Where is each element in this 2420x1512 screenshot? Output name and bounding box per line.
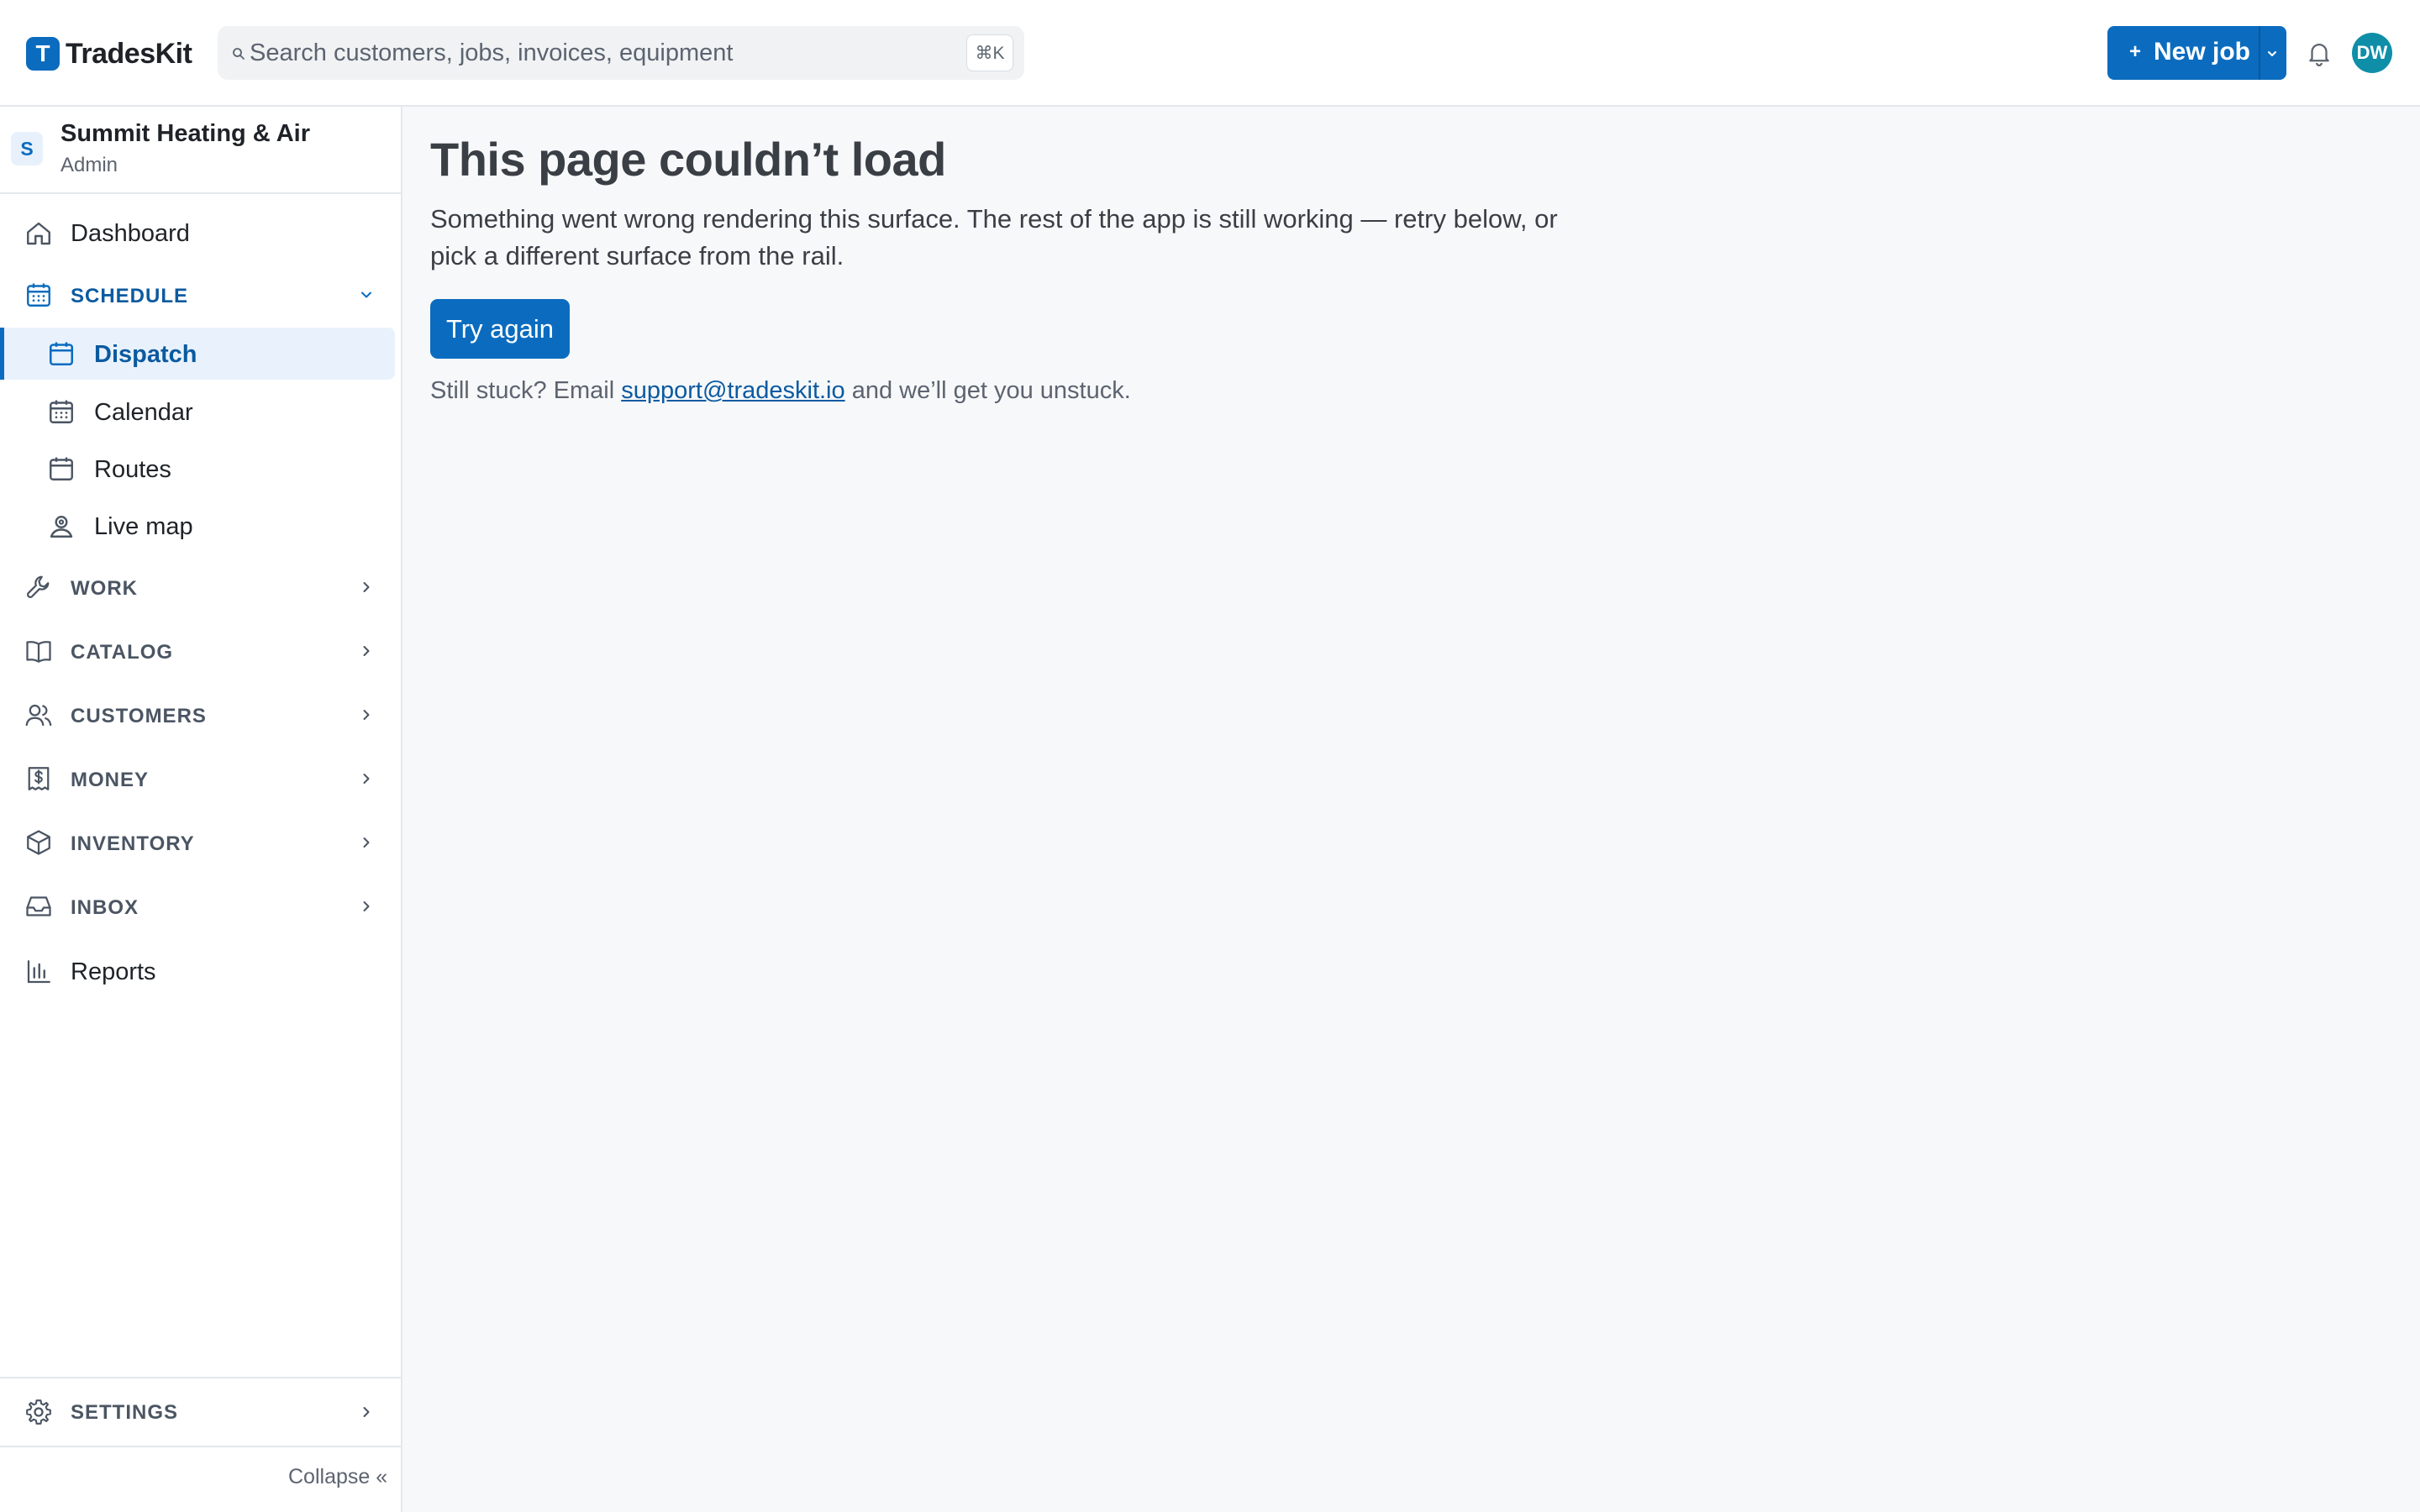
sidebar-group-label: MONEY bbox=[71, 769, 150, 791]
sidebar-item-label: Dashboard bbox=[71, 220, 190, 247]
sidebar-item-calendar[interactable]: Calendar bbox=[0, 386, 401, 438]
sidebar-group-inventory[interactable]: INVENTORY bbox=[0, 814, 401, 871]
sidebar-group-label: SCHEDULE bbox=[71, 285, 189, 307]
chevron-right-icon bbox=[363, 582, 370, 592]
sidebar-group-catalog[interactable]: CATALOG bbox=[0, 622, 401, 680]
sidebar-item-label: Dispatch bbox=[94, 341, 197, 368]
search-shortcut-badge: ⌘K bbox=[966, 34, 1013, 71]
home-icon bbox=[27, 222, 50, 245]
sidebar-item-reports[interactable]: Reports bbox=[0, 943, 401, 1000]
org-name: Summit Heating & Air bbox=[60, 120, 311, 147]
wrench-icon bbox=[27, 575, 50, 598]
error-description: Something went wrong rendering this surf… bbox=[430, 204, 1558, 270]
sidebar-group-inbox[interactable]: INBOX bbox=[0, 878, 401, 935]
sidebar-group-customers[interactable]: CUSTOMERS bbox=[0, 686, 401, 743]
chevron-right-icon bbox=[363, 837, 370, 848]
chevron-right-icon bbox=[363, 901, 370, 911]
sidebar-group-work[interactable]: WORK bbox=[0, 559, 401, 616]
try-again-button[interactable]: Try again bbox=[430, 299, 570, 359]
sidebar-item-dashboard[interactable]: Dashboard bbox=[0, 205, 401, 262]
chevron-down-icon[interactable] bbox=[2265, 46, 2280, 61]
box-icon bbox=[27, 830, 50, 855]
sidebar-group-schedule[interactable]: SCHEDULE bbox=[0, 266, 401, 323]
bell-icon[interactable] bbox=[2305, 39, 2333, 67]
search-placeholder: Search customers, jobs, invoices, equipm… bbox=[250, 39, 734, 66]
sidebar-group-label: WORK bbox=[71, 577, 138, 600]
sidebar-group-label: INBOX bbox=[71, 896, 139, 919]
new-job-label: New job bbox=[2154, 38, 2251, 66]
button-divider bbox=[2259, 26, 2260, 80]
logo-mark: T bbox=[26, 37, 60, 71]
sidebar-group-label: INVENTORY bbox=[71, 832, 195, 855]
top-bar: T TradesKit Search customers, jobs, invo… bbox=[0, 0, 2420, 107]
gear-icon bbox=[26, 1399, 51, 1425]
chevron-right-icon bbox=[363, 1407, 370, 1417]
chevron-right-icon bbox=[363, 646, 370, 656]
sidebar-item-label: Live map bbox=[94, 513, 193, 540]
new-job-button[interactable]: + New job bbox=[2107, 26, 2286, 80]
support-text-prefix: Still stuck? Email bbox=[430, 377, 622, 404]
global-search-input[interactable]: Search customers, jobs, invoices, equipm… bbox=[218, 26, 1024, 80]
chevron-right-icon bbox=[363, 710, 370, 720]
app-name: TradesKit bbox=[66, 37, 192, 70]
book-icon bbox=[26, 641, 51, 663]
calendar-icon bbox=[50, 457, 73, 480]
sidebar-item-live-map[interactable]: Live map bbox=[0, 500, 401, 552]
error-title: This page couldn’t load bbox=[430, 133, 946, 186]
sidebar-group-money[interactable]: MONEY bbox=[0, 750, 401, 807]
sidebar: S Summit Heating & Air Admin Dashboard S… bbox=[0, 107, 402, 1512]
sidebar-group-label: CUSTOMERS bbox=[71, 705, 207, 727]
sidebar-group-label: CATALOG bbox=[71, 641, 174, 664]
chevron-down-icon bbox=[361, 291, 371, 298]
org-role: Admin bbox=[60, 154, 118, 176]
org-badge: S bbox=[11, 132, 43, 165]
support-text-suffix: and we’ll get you unstuck. bbox=[844, 377, 1131, 404]
sidebar-group-settings[interactable]: SETTINGS bbox=[0, 1377, 401, 1447]
support-email-link[interactable]: support@tradeskit.io bbox=[621, 377, 844, 404]
collapse-sidebar-button[interactable]: Collapse « bbox=[288, 1465, 387, 1489]
calendar-icon bbox=[27, 283, 50, 307]
user-avatar[interactable]: DW bbox=[2352, 33, 2392, 73]
support-message: Still stuck? Email support@tradeskit.io … bbox=[430, 377, 1131, 405]
receipt-dollar-icon bbox=[28, 767, 50, 790]
app-logo[interactable]: T TradesKit bbox=[26, 36, 192, 71]
user-pin-icon bbox=[50, 516, 73, 538]
calendar-icon bbox=[49, 342, 74, 366]
inbox-icon bbox=[26, 896, 51, 916]
active-indicator bbox=[0, 328, 4, 380]
sidebar-item-label: Routes bbox=[94, 456, 171, 483]
sidebar-item-routes[interactable]: Routes bbox=[0, 443, 401, 495]
bar-chart-icon bbox=[27, 960, 50, 984]
sidebar-item-label: Reports bbox=[71, 958, 156, 985]
users-icon bbox=[25, 704, 52, 727]
search-icon bbox=[233, 48, 245, 60]
sidebar-group-label: SETTINGS bbox=[71, 1401, 179, 1424]
org-switcher[interactable]: S Summit Heating & Air Admin bbox=[0, 107, 401, 194]
calendar-grid-icon bbox=[50, 400, 73, 423]
main-content: This page couldn’t load Something went w… bbox=[402, 107, 2420, 1512]
chevron-right-icon bbox=[363, 774, 370, 784]
sidebar-item-dispatch[interactable]: Dispatch bbox=[0, 328, 401, 380]
sidebar-item-label: Calendar bbox=[94, 399, 193, 426]
plus-icon: + bbox=[2129, 40, 2142, 63]
